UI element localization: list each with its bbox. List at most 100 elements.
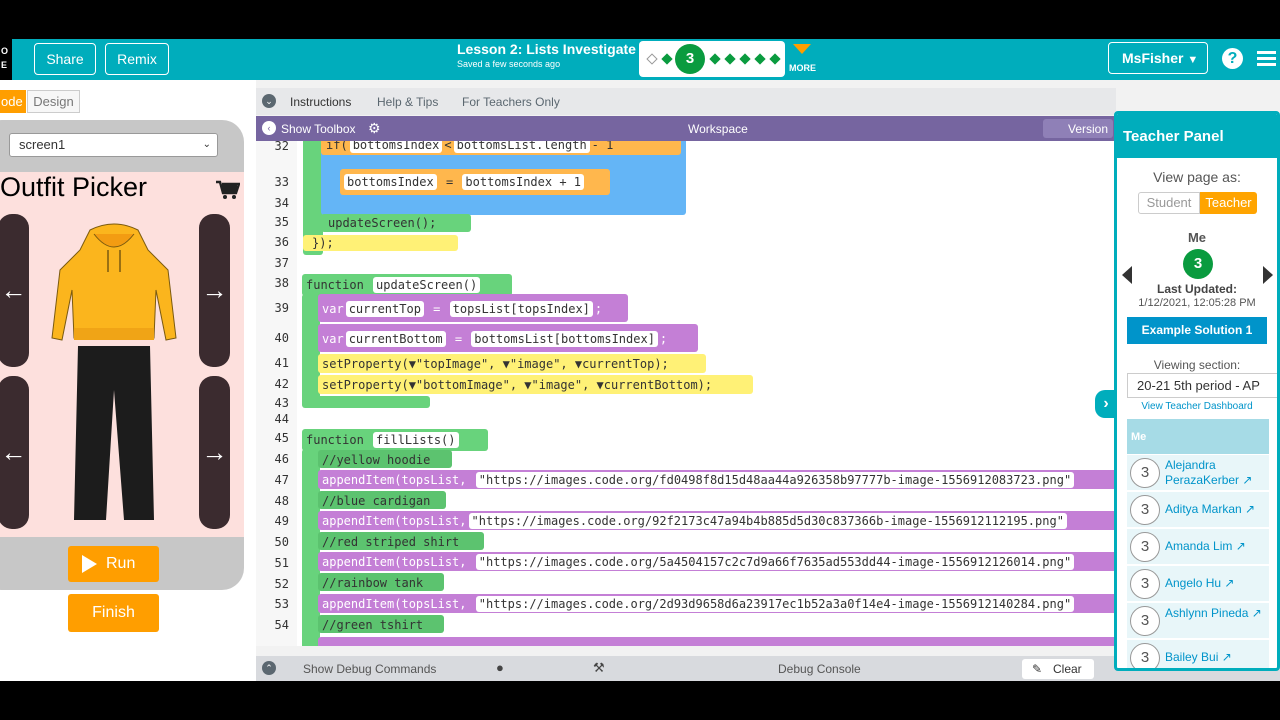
code-editor[interactable]: 32 33 34 35 36 37 38 39 40 41 42 43 44 4… [256,141,1114,646]
var-name-slot[interactable]: currentTop [345,301,424,317]
function-name-slot[interactable]: updateScreen() [373,277,481,293]
external-link-icon[interactable]: ↗ [1218,650,1232,664]
level-dot[interactable] [709,53,721,65]
student-name[interactable]: Bailey Bui ↗ [1165,650,1269,665]
cart-icon[interactable] [216,180,240,200]
student-name[interactable]: Angelo Hu ↗ [1165,576,1269,591]
student-row[interactable]: 3 Amanda Lim ↗ [1127,529,1269,565]
student-level: 3 [1130,532,1160,562]
remix-button[interactable]: Remix [105,43,169,75]
section-select[interactable]: 20-21 5th period - AP [1127,373,1277,398]
code-org-logo[interactable]: OE [0,39,12,80]
pants-image [74,346,154,520]
student-name[interactable]: Ashlynn Pineda ↗ [1165,606,1269,621]
more-arrow-icon[interactable] [793,44,811,54]
student-row[interactable]: 3 Angelo Hu ↗ [1127,566,1269,602]
gear-icon[interactable]: ⚙ [368,120,381,137]
code-mode-tab[interactable]: ode [0,90,26,113]
tab-help-tips[interactable]: Help & Tips [377,95,438,109]
url-slot[interactable]: "https://images.code.org/2d93d9658d6a239… [475,596,1075,612]
var-slot[interactable]: bottomsList.length [453,141,590,153]
level-dot[interactable] [754,53,766,65]
function-block-footer[interactable] [302,396,430,408]
operator: - 1 [591,141,614,152]
var-slot[interactable]: bottomsIndex [344,174,437,190]
version-history-button[interactable]: Version [1043,119,1113,138]
var-name-slot[interactable]: currentBottom [345,331,446,347]
collapse-toolbox-icon[interactable]: ‹ [262,121,276,135]
level-dot[interactable] [769,53,781,65]
list-arg: topsList, [401,555,467,569]
student-row[interactable]: 3 Aditya Markan ↗ [1127,492,1269,528]
user-menu[interactable]: MsFisher ▼ [1108,42,1208,74]
current-level-bubble[interactable]: 3 [675,44,705,74]
workspace-title: Workspace [688,122,748,136]
teacher-view-button[interactable]: Teacher [1200,192,1257,214]
design-mode-tab[interactable]: Design [27,90,80,113]
external-link-icon[interactable]: ↗ [1239,473,1252,487]
teacher-dashboard-link[interactable]: View Teacher Dashboard [1117,401,1277,412]
level-dot[interactable] [646,53,658,65]
play-icon [82,555,97,573]
level-dot[interactable] [739,53,751,65]
viewing-section-label: Viewing section: [1153,358,1241,372]
code-text-l40: var currentBottom = bottomsList[bottomsIn… [322,331,668,347]
expand-debug-icon[interactable]: ⌃ [262,661,276,675]
help-icon[interactable]: ? [1222,48,1243,69]
url-slot[interactable]: "https://images.code.org/5a4504157c2c7d9… [475,554,1075,570]
student-row[interactable]: 3 Alejandra PerazaKerber ↗ [1127,455,1269,491]
var-slot[interactable]: bottomsIndex [349,141,443,153]
tab-instructions[interactable]: Instructions [290,95,351,109]
share-button[interactable]: Share [34,43,96,75]
student-name[interactable]: Alejandra PerazaKerber ↗ [1165,458,1269,488]
external-link-icon[interactable]: ↗ [1248,606,1262,620]
level-dot[interactable] [724,53,736,65]
hammer-icon[interactable]: ⚒ [593,660,605,676]
top-right-arrow-button[interactable]: → [199,214,230,367]
append-item-block[interactable] [318,637,1114,646]
external-link-icon[interactable]: ↗ [1242,502,1255,516]
more-button[interactable]: MORE [789,63,816,73]
screen-select[interactable]: screen1 ⌄ [9,133,218,157]
external-link-icon[interactable]: ↗ [1221,576,1234,590]
value-slot[interactable]: topsList[topsIndex] [449,301,593,317]
url-slot[interactable]: "https://images.code.org/92f2173c47a94b4… [468,513,1067,529]
clear-label: Clear [1053,662,1082,676]
hoodie-image [51,223,177,341]
turtle-icon[interactable]: ● [496,660,504,675]
debug-console-title: Debug Console [778,662,861,676]
run-button[interactable]: Run [68,546,159,582]
if-keyword: if( [326,141,348,152]
value-slot[interactable]: bottomsIndex + 1 [462,174,584,190]
example-solution-button[interactable]: Example Solution 1 [1127,317,1267,344]
function-name-slot[interactable]: fillLists() [373,432,459,448]
top-left-arrow-button[interactable]: ← [0,214,29,367]
hamburger-menu-icon[interactable] [1257,51,1276,67]
student-name[interactable]: Amanda Lim ↗ [1165,539,1269,554]
bottom-left-arrow-button[interactable]: ← [0,376,29,529]
external-link-icon[interactable]: ↗ [1232,539,1246,553]
student-row[interactable]: 3 Ashlynn Pineda ↗ [1127,603,1269,639]
top-header: OE Share Remix Lesson 2: Lists Investiga… [0,39,1280,80]
student-name[interactable]: Aditya Markan ↗ [1165,502,1269,517]
finish-button[interactable]: Finish [68,594,159,632]
bottom-right-arrow-button[interactable]: → [199,376,230,529]
tab-for-teachers[interactable]: For Teachers Only [462,95,560,109]
show-toolbox-button[interactable]: Show Toolbox [281,122,356,136]
collapse-chevron-icon[interactable]: ⌄ [262,94,276,108]
clear-console-button[interactable]: ✎ Clear [1022,659,1094,679]
line-number: 53 [274,597,289,611]
code-text-l48: //blue cardigan [322,494,431,508]
code-text-l54: //green tshirt [322,618,424,632]
code-text-l51: appendItem(topsList, "https://images.cod… [322,554,1076,570]
level-dot[interactable] [661,53,673,65]
student-view-button[interactable]: Student [1138,192,1200,214]
lesson-title[interactable]: Lesson 2: Lists Investigate [457,41,636,57]
line-number: 54 [274,618,289,632]
student-level-bubble[interactable]: 3 [1183,249,1213,279]
show-debug-commands[interactable]: Show Debug Commands [303,662,436,676]
student-row[interactable]: 3 Bailey Bui ↗ [1127,640,1269,668]
url-slot[interactable]: "https://images.code.org/fd0498f8d15d48a… [475,472,1075,488]
student-list-header[interactable]: Me [1127,419,1269,454]
value-slot[interactable]: bottomsList[bottomsIndex] [471,331,658,347]
